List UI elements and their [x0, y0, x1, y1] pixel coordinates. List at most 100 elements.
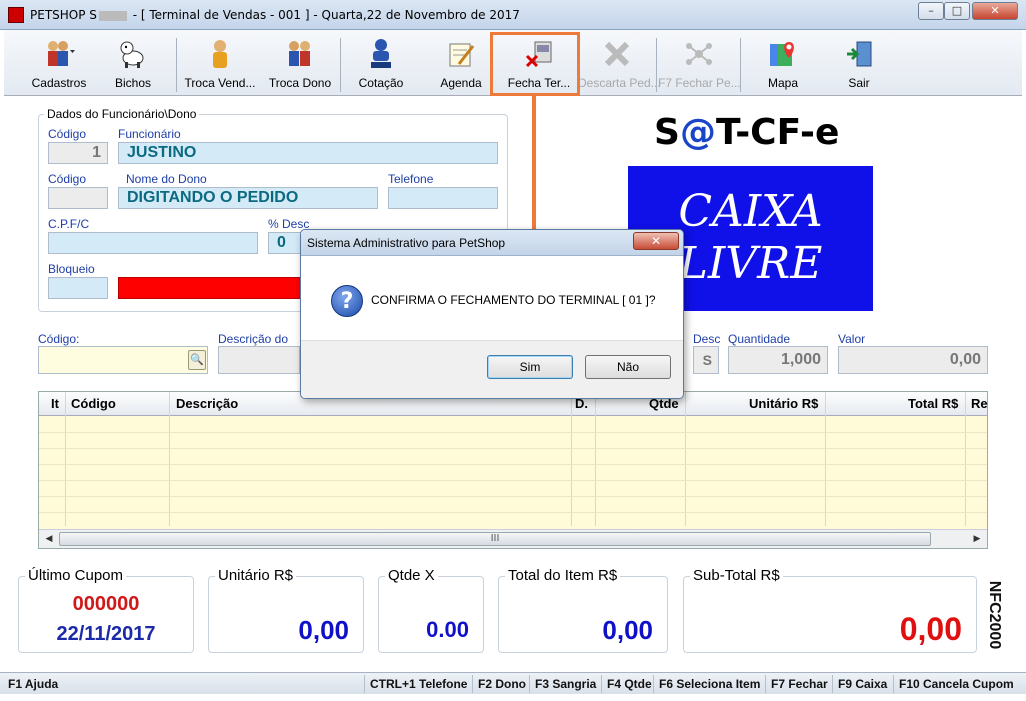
discard-icon [604, 41, 630, 67]
status-f7-fechar[interactable]: F7 Fechar [771, 677, 828, 691]
toolbar-f7-fechar-pedido-button[interactable]: F7 Fechar Pe... [658, 36, 741, 94]
status-f9-caixa[interactable]: F9 Caixa [838, 677, 887, 691]
items-grid[interactable]: It Código Descrição D. Qtde Unitário R$ … [38, 391, 988, 549]
horizontal-scrollbar[interactable]: ◀ III ▶ [39, 529, 987, 548]
unitario-card: Unitário R$ 0,00 [208, 567, 364, 653]
close-button[interactable]: ✕ [972, 2, 1018, 20]
nome-dono-field[interactable]: DIGITANDO O PEDIDO [118, 187, 378, 209]
toolbar-cotacao-button[interactable]: Cotação [348, 36, 414, 94]
scroll-left-icon[interactable]: ◀ [41, 532, 57, 546]
entry-desc-field[interactable]: S [693, 346, 719, 374]
total-item-value: 0,00 [602, 615, 653, 645]
status-separator [832, 675, 833, 693]
grid-col-line [965, 392, 966, 526]
funcionario-field[interactable]: JUSTINO [118, 142, 498, 164]
toolbar-label: Bichos [114, 76, 152, 90]
col-unitario[interactable]: Unitário R$ [749, 396, 818, 411]
toolbar-bichos-button[interactable]: Bichos [100, 36, 166, 94]
codigo-dono-field[interactable] [48, 187, 108, 209]
confirm-dialog: Sistema Administrativo para PetShop ✕ ? … [300, 229, 684, 399]
col-total[interactable]: Total R$ [908, 396, 958, 411]
toolbar-label: Mapa [767, 76, 799, 90]
minimize-button[interactable]: – [918, 2, 944, 20]
entry-descricao-field[interactable] [218, 346, 300, 374]
window-title: PETSHOP S - [ Terminal de Vendas - 001 ]… [30, 8, 520, 22]
status-f6-seleciona-item[interactable]: F6 Seleciona Item [659, 677, 760, 691]
toolbar-separator [176, 38, 177, 92]
bloqueio-status-bar [118, 277, 308, 299]
toolbar-label: Agenda [440, 76, 482, 90]
subtotal-card: Sub-Total R$ 0,00 [683, 567, 977, 653]
binoculars-icon[interactable]: 🔍 [188, 350, 206, 370]
nome-dono-label: Nome do Dono [126, 172, 207, 186]
toolbar-agenda-button[interactable]: Agenda [428, 36, 494, 94]
subtotal-label: Sub-Total R$ [690, 567, 783, 584]
toolbar-descarta-pedido-button[interactable]: Descarta Ped... [578, 36, 661, 94]
map-icon [770, 42, 794, 66]
grid-row-line [39, 480, 987, 481]
status-ctrl1-telefone[interactable]: CTRL+1 Telefone [370, 677, 467, 691]
status-separator [529, 675, 530, 693]
subtotal-value: 0,00 [899, 611, 962, 647]
grid-row-line [39, 448, 987, 449]
title-bar: PETSHOP S - [ Terminal de Vendas - 001 ]… [0, 0, 1026, 30]
status-f1-ajuda[interactable]: F1 Ajuda [8, 677, 58, 691]
nfc-logo: NFC2000 [982, 568, 1006, 668]
ultimo-cupom-card: Último Cupom 000000 22/11/2017 [18, 567, 194, 653]
status-f2-dono[interactable]: F2 Dono [478, 677, 526, 691]
codigo-field[interactable]: 1 [48, 142, 108, 164]
telefone-label: Telefone [388, 172, 434, 186]
group-icon [289, 41, 310, 66]
highlight-box [490, 32, 580, 96]
col-codigo[interactable]: Código [71, 396, 116, 411]
dialog-close-button[interactable]: ✕ [633, 232, 679, 250]
status-f10-cancela-cupom[interactable]: F10 Cancela Cupom [899, 677, 1014, 691]
scroll-right-icon[interactable]: ▶ [969, 532, 985, 546]
entry-quantidade-label: Quantidade [728, 332, 791, 346]
grid-row-line [39, 512, 987, 513]
bloqueio-label: Bloqueio [48, 262, 95, 276]
grid-row-line [39, 464, 987, 465]
unitario-label: Unitário R$ [215, 567, 297, 584]
yes-button[interactable]: Sim [487, 355, 573, 379]
total-item-card: Total do Item R$ 0,00 [498, 567, 668, 653]
question-icon: ? [331, 285, 363, 317]
entry-valor-field[interactable]: 0,00 [838, 346, 988, 374]
col-re[interactable]: Re [971, 396, 988, 411]
entry-codigo-field[interactable] [38, 346, 208, 374]
entry-valor-label: Valor [838, 332, 866, 346]
redacted-block [98, 10, 127, 21]
grid-col-line [571, 392, 572, 526]
maximize-button[interactable]: □ [944, 2, 970, 20]
toolbar-mapa-button[interactable]: Mapa [748, 36, 818, 94]
ultimo-cupom-number: 000000 [72, 593, 140, 615]
window-title-prefix: PETSHOP S [30, 8, 97, 22]
grid-col-line [169, 392, 170, 526]
col-it[interactable]: It [51, 396, 59, 411]
col-descricao[interactable]: Descrição [176, 396, 238, 411]
toolbar-label: Troca Dono [268, 76, 332, 90]
no-button[interactable]: Não [585, 355, 671, 379]
status-f4-qtde[interactable]: F4 Qtde [607, 677, 652, 691]
entry-descricao-label: Descrição do [218, 332, 289, 346]
dialog-title-bar: Sistema Administrativo para PetShop ✕ [301, 230, 683, 256]
cpf-field[interactable] [48, 232, 258, 254]
status-f3-sangria[interactable]: F3 Sangria [535, 677, 596, 691]
bloqueio-field[interactable] [48, 277, 108, 299]
entry-desc-label: Desc [693, 332, 721, 346]
app-icon [8, 7, 24, 23]
entry-quantidade-field[interactable]: 1,000 [728, 346, 828, 374]
scroll-thumb[interactable]: III [59, 532, 931, 546]
codigo-dono-label: Código [48, 172, 87, 186]
telefone-field[interactable] [388, 187, 498, 209]
toolbar-cadastros-button[interactable]: Cadastros [22, 36, 96, 94]
people-menu-icon [48, 41, 75, 66]
toolbar-label: Troca Vend... [184, 76, 256, 90]
toolbar-troca-vendedor-button[interactable]: Troca Vend... [182, 36, 258, 94]
toolbar-sair-button[interactable]: Sair [828, 36, 890, 94]
person-icon [213, 40, 227, 68]
calendar-pen-icon [449, 43, 475, 67]
toolbar-troca-dono-button[interactable]: Troca Dono [262, 36, 338, 94]
toolbar-separator [740, 38, 741, 92]
total-item-label: Total do Item R$ [505, 567, 621, 584]
